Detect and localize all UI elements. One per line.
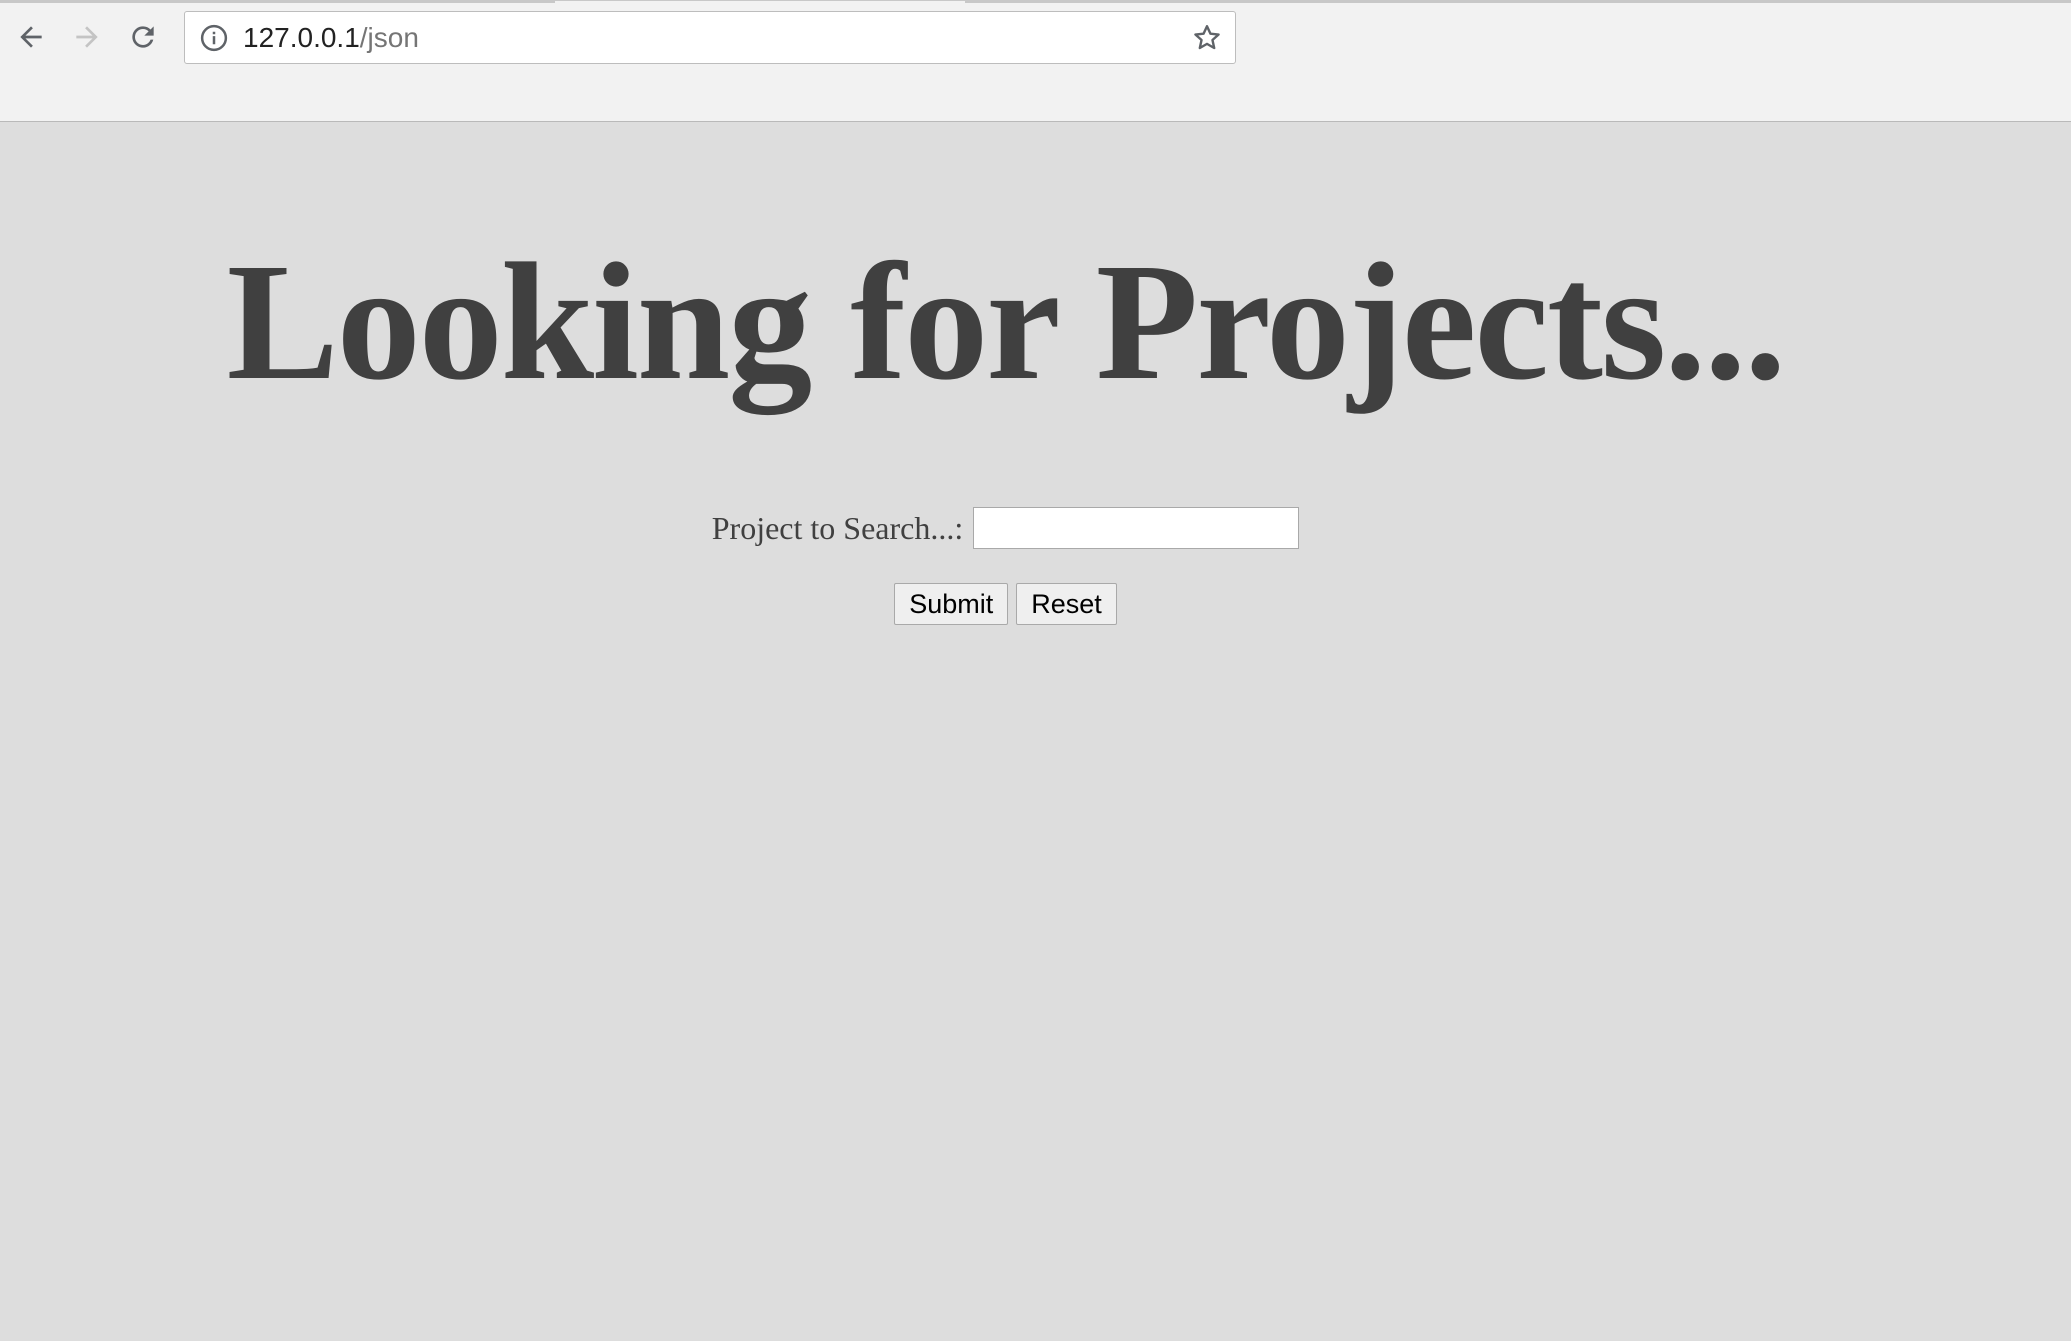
forward-arrow-icon (76, 26, 98, 48)
forward-button[interactable] (65, 15, 109, 59)
reset-button[interactable]: Reset (1016, 583, 1117, 625)
search-form-row: Project to Search...: (0, 507, 2011, 549)
star-icon[interactable] (1191, 22, 1223, 54)
url-text[interactable]: 127.0.0.1/json (243, 12, 419, 63)
back-arrow-icon (20, 26, 42, 48)
reload-icon (132, 26, 154, 48)
back-button[interactable] (9, 15, 53, 59)
url-path: /json (359, 22, 419, 53)
tab-strip-edge (0, 1, 555, 3)
browser-toolbar: 127.0.0.1/json (0, 0, 2071, 122)
reload-button[interactable] (121, 15, 165, 59)
address-bar[interactable]: 127.0.0.1/json (184, 11, 1236, 64)
submit-button[interactable]: Submit (894, 583, 1009, 625)
tab-strip-edge (965, 1, 2071, 3)
page-title: Looking for Projects... (226, 229, 1787, 415)
search-label: Project to Search...: (711, 509, 964, 546)
page-content: Looking for Projects... Project to Searc… (0, 122, 2071, 1341)
form-buttons: Submit Reset (0, 583, 2011, 625)
url-host: 127.0.0.1 (243, 22, 360, 53)
info-icon[interactable] (199, 23, 229, 53)
project-search-input[interactable] (973, 507, 1300, 549)
